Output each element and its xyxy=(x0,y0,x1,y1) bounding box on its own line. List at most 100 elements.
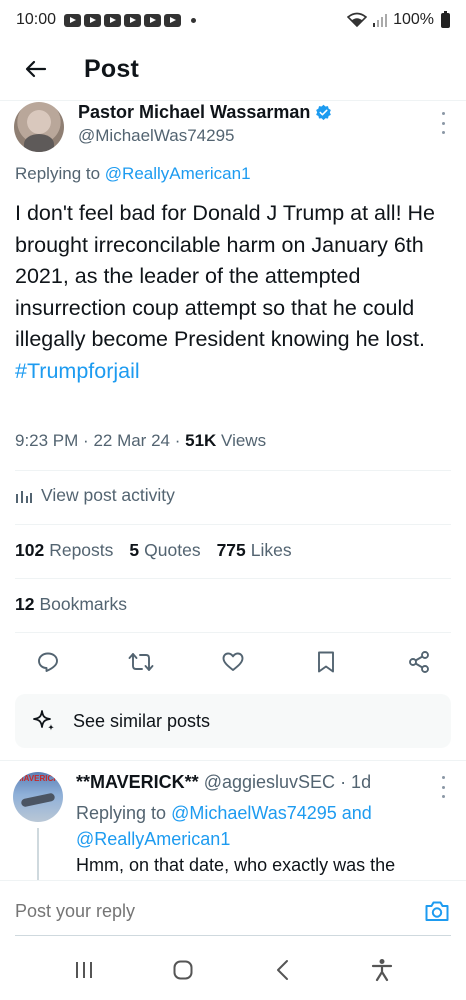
recent-apps-icon xyxy=(75,962,92,978)
post-stats: 102 Reposts 5 Quotes 775 Likes xyxy=(15,540,292,561)
youtube-notification-icon xyxy=(164,13,182,27)
back-arrow-icon xyxy=(25,60,47,78)
back-nav-button[interactable] xyxy=(263,950,303,990)
status-time: 10:00 xyxy=(16,11,57,28)
reply-replying-and: and xyxy=(341,803,372,823)
back-button[interactable] xyxy=(16,49,56,89)
view-post-activity[interactable]: View post activity xyxy=(15,485,175,506)
see-similar-posts-label: See similar posts xyxy=(73,710,211,731)
post-body: I don't feel bad for Donald J Trump at a… xyxy=(15,198,455,387)
reply-post[interactable]: MAVERICK **MAVERICK** @aggiesluvSEC · 1d… xyxy=(0,762,466,880)
battery-icon xyxy=(441,10,450,28)
reply-author-name[interactable]: **MAVERICK** xyxy=(76,772,199,792)
bookmarks-label: Bookmarks xyxy=(39,594,127,614)
jet-image xyxy=(20,792,56,808)
post-author: Pastor Michael Wassarman @MichaelWas7429… xyxy=(0,100,466,158)
reposts-label: Reposts xyxy=(49,540,114,560)
quotes-count: 5 xyxy=(129,540,140,560)
share-icon xyxy=(409,651,429,673)
reply-header: **MAVERICK** @aggiesluvSEC · 1d xyxy=(76,772,371,793)
reply-author-handle[interactable]: @aggiesluvSEC xyxy=(204,772,335,792)
bookmarks-stat[interactable]: 12 Bookmarks xyxy=(15,594,127,615)
more-notifications-icon xyxy=(191,17,197,23)
post-views-label: Views xyxy=(221,431,267,450)
reply-avatar-text: MAVERICK xyxy=(16,774,60,783)
author-handle[interactable]: @MichaelWas74295 xyxy=(78,126,234,146)
reply-author-avatar[interactable]: MAVERICK xyxy=(13,772,63,822)
post-actions xyxy=(0,641,466,681)
wifi-icon xyxy=(347,12,368,28)
reply-more-button[interactable] xyxy=(440,776,446,798)
status-bar: 10:00 100% xyxy=(0,0,466,40)
system-navigation-bar xyxy=(0,940,466,1000)
post-date[interactable]: 22 Mar 24 xyxy=(93,431,170,450)
divider xyxy=(0,760,466,761)
home-icon xyxy=(173,960,193,980)
post-hashtag[interactable]: #Trumpforjail xyxy=(15,356,455,388)
post-text: I don't feel bad for Donald J Trump at a… xyxy=(15,201,435,351)
reply-replying-to: Replying to @MichaelWas74295 and @Really… xyxy=(76,800,436,852)
reply-replying-label: Replying to xyxy=(76,803,167,823)
analytics-icon xyxy=(16,490,32,503)
reply-replying-handle[interactable]: @ReallyAmerican1 xyxy=(76,829,230,849)
post-more-button[interactable] xyxy=(440,112,446,134)
replying-to: Replying to @ReallyAmerican1 xyxy=(15,164,251,184)
bookmark-icon xyxy=(318,651,334,673)
reply-composer xyxy=(0,880,466,940)
replying-to-handle[interactable]: @ReallyAmerican1 xyxy=(105,164,251,183)
divider xyxy=(15,524,451,525)
divider xyxy=(15,470,451,471)
reply-button[interactable] xyxy=(35,649,61,675)
repost-icon xyxy=(128,653,154,671)
replying-to-label: Replying to xyxy=(15,164,101,183)
verified-badge-icon xyxy=(316,104,332,121)
youtube-notification-icon xyxy=(84,13,102,27)
header: Post xyxy=(0,44,466,94)
post-time[interactable]: 9:23 PM xyxy=(15,431,78,450)
author-name-row[interactable]: Pastor Michael Wassarman xyxy=(78,102,332,123)
reply-replying-handle[interactable]: @MichaelWas74295 xyxy=(171,803,337,823)
camera-icon xyxy=(425,901,449,921)
reply-icon xyxy=(38,652,58,672)
reply-time: · 1d xyxy=(340,772,372,792)
reposts-count: 102 xyxy=(15,540,45,560)
accessibility-button[interactable] xyxy=(362,950,402,990)
bookmark-button[interactable] xyxy=(313,649,339,675)
repost-button[interactable] xyxy=(128,649,154,675)
author-avatar[interactable] xyxy=(14,102,64,152)
like-button[interactable] xyxy=(220,649,246,675)
share-button[interactable] xyxy=(406,649,432,675)
accessibility-icon xyxy=(372,959,393,982)
like-icon xyxy=(222,652,244,671)
youtube-notification-icon xyxy=(144,13,162,27)
camera-button[interactable] xyxy=(424,899,450,923)
post-meta: 9:23 PM · 22 Mar 24 · 51K Views xyxy=(15,431,267,450)
post-views-count: 51K xyxy=(185,431,217,450)
youtube-notification-icon xyxy=(124,13,142,27)
page-title: Post xyxy=(84,54,139,83)
quotes-stat[interactable]: 5 Quotes xyxy=(129,540,200,561)
youtube-notification-icon xyxy=(64,13,82,27)
bookmarks-count: 12 xyxy=(15,594,35,614)
likes-label: Likes xyxy=(250,540,292,560)
see-similar-posts-button[interactable]: See similar posts xyxy=(15,694,451,748)
likes-count: 775 xyxy=(216,540,246,560)
notification-icons xyxy=(64,13,182,27)
signal-icon xyxy=(373,14,388,27)
battery-percent: 100% xyxy=(393,11,434,28)
divider xyxy=(15,632,451,633)
thread-line xyxy=(37,828,39,880)
likes-stat[interactable]: 775 Likes xyxy=(217,540,292,561)
chevron-left-icon xyxy=(276,960,288,980)
reposts-stat[interactable]: 102 Reposts xyxy=(15,540,113,561)
home-button[interactable] xyxy=(163,950,203,990)
recent-apps-button[interactable] xyxy=(64,950,104,990)
divider xyxy=(15,578,451,579)
author-name: Pastor Michael Wassarman xyxy=(78,102,311,122)
reply-text: Hmm, on that date, who exactly was the xyxy=(76,855,396,875)
quotes-label: Quotes xyxy=(144,540,201,560)
sparkle-icon xyxy=(33,710,54,731)
youtube-notification-icon xyxy=(104,13,122,27)
reply-input[interactable] xyxy=(15,901,315,922)
reply-composer-underline xyxy=(15,935,451,936)
